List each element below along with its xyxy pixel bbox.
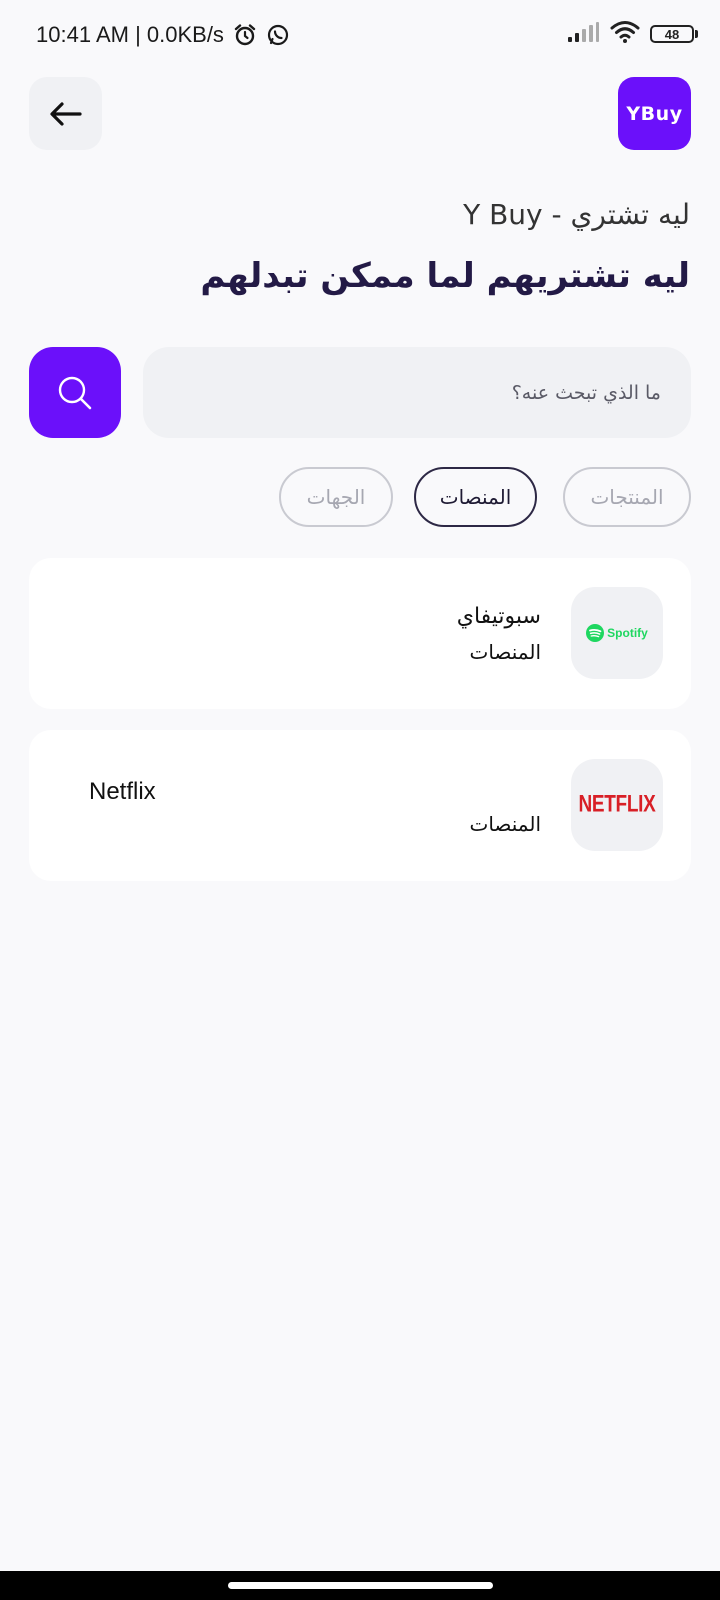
netflix-logo: NETFLIX [578,791,656,818]
page-title: ليه تشتريهم لما ممكن تبدلهم [200,256,690,296]
spotify-logo-text: Spotify [607,626,648,640]
page-subtitle: ليه تشتري - Y Buy [463,198,690,231]
home-indicator[interactable] [228,1582,493,1589]
result-name: سبوتيفاي [456,604,541,629]
ybuy-logo: YBuy [618,77,691,150]
netflix-thumbnail: NETFLIX [571,759,663,851]
whatsapp-icon [266,23,290,47]
alarm-icon [232,22,258,48]
status-bar: 10:41 AM | 0.0KB/s 48 [0,0,720,72]
tab-platforms[interactable]: المنصات [414,467,537,527]
wifi-icon [610,20,640,48]
arrow-left-icon [49,101,82,126]
search-input[interactable] [143,347,691,438]
result-card-netflix[interactable]: NETFLIX Netflix المنصات [29,730,691,881]
status-left: 10:41 AM | 0.0KB/s [36,22,290,48]
status-right: 48 [566,20,700,48]
spotify-icon [586,624,605,642]
spotify-thumbnail: Spotify [571,587,663,679]
system-nav-bar [0,1571,720,1600]
signal-icon [566,21,600,47]
result-category: المنصات [469,812,541,836]
tab-entities[interactable]: الجهات [279,467,393,527]
result-name: Netflix [89,778,156,805]
search-icon [58,376,92,409]
result-card-spotify[interactable]: Spotify سبوتيفاي المنصات [29,558,691,709]
search-button[interactable] [29,347,121,438]
battery-icon: 48 [650,23,700,45]
result-category: المنصات [469,640,541,664]
status-time: 10:41 AM | 0.0KB/s [36,22,224,47]
back-button[interactable] [29,77,102,150]
spotify-logo: Spotify [586,624,648,642]
tab-products[interactable]: المنتجات [563,467,691,527]
battery-level: 48 [650,25,694,43]
